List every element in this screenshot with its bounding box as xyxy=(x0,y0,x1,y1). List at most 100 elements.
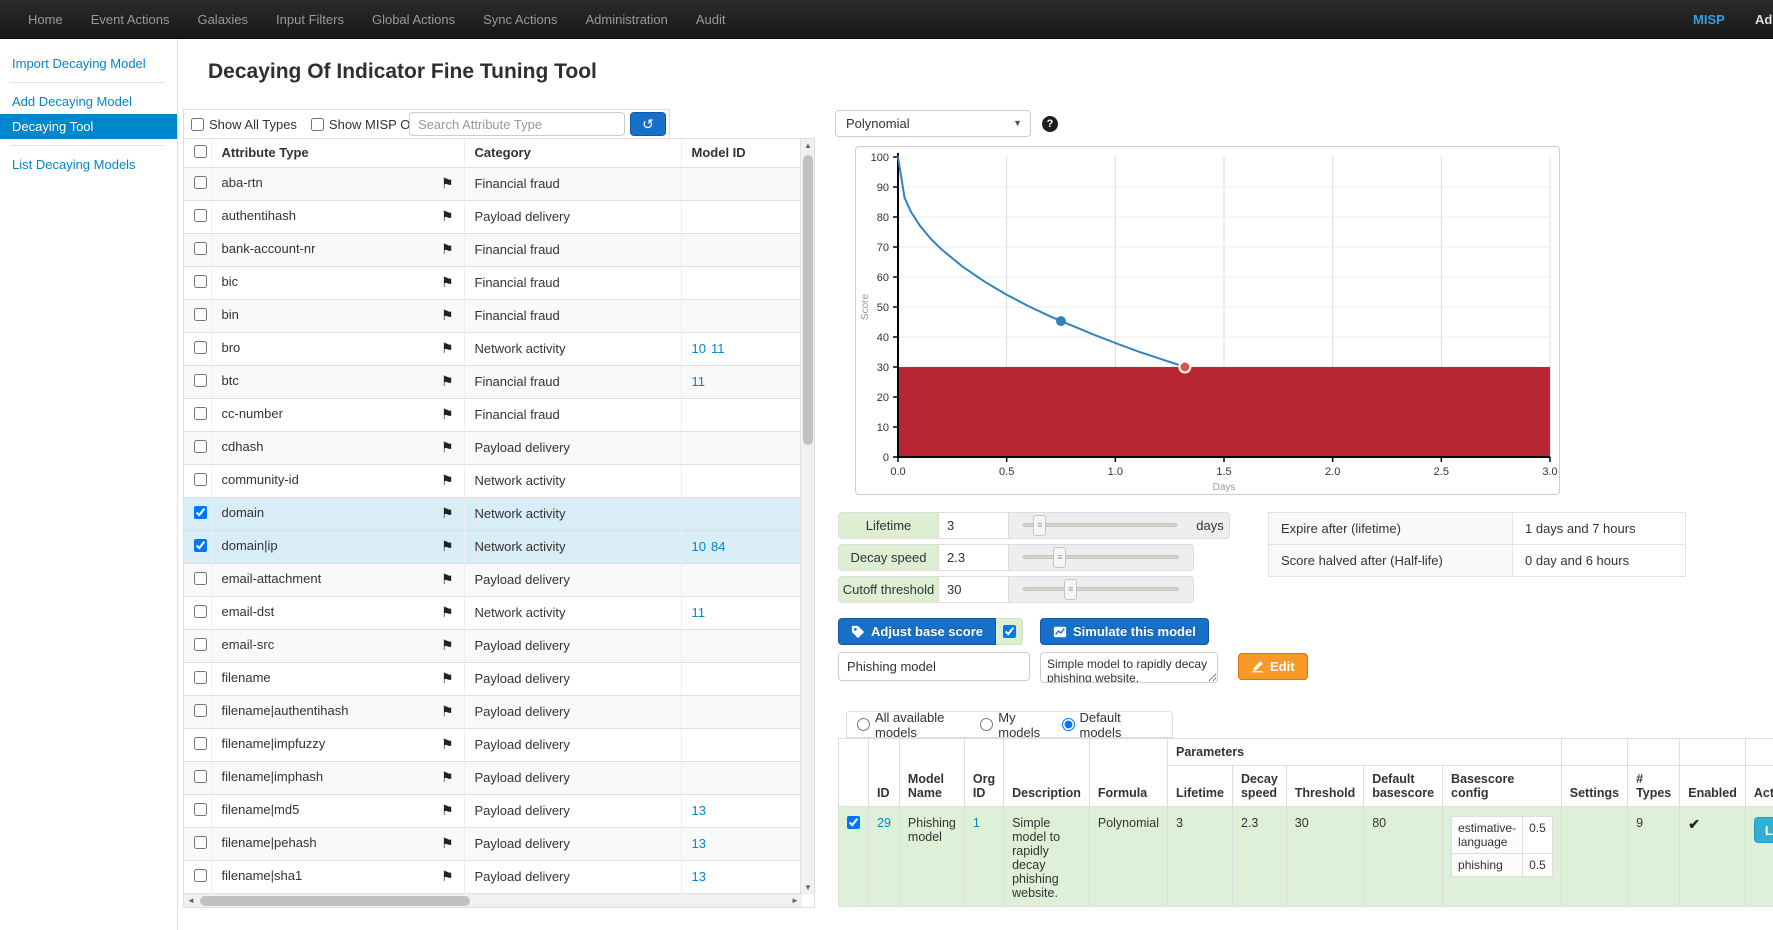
attr-checkbox-email-attachment[interactable] xyxy=(194,572,207,585)
model-id-link-11[interactable]: 11 xyxy=(692,605,706,620)
attr-checkbox-cc-number[interactable] xyxy=(194,407,207,420)
cutoff-intersection-dot[interactable] xyxy=(1179,362,1190,373)
cutoff-threshold-slider-track[interactable]: ≡ xyxy=(1023,587,1179,591)
adjust-base-score-button[interactable]: Adjust base score xyxy=(838,618,996,645)
attr-checkbox-filename|imphash[interactable] xyxy=(194,770,207,783)
attr-row-bro[interactable]: ⚑broNetwork activity1011 xyxy=(184,332,802,365)
adjust-base-score-checkbox[interactable] xyxy=(1003,625,1016,638)
attr-checkbox-bic[interactable] xyxy=(194,275,207,288)
attr-row-email-attachment[interactable]: ⚑email-attachmentPayload delivery xyxy=(184,563,802,596)
nav-item-audit[interactable]: Audit xyxy=(682,0,740,39)
attr-row-filename|imphash[interactable]: ⚑filename|imphashPayload delivery xyxy=(184,761,802,794)
attr-checkbox-filename[interactable] xyxy=(194,671,207,684)
nav-item-administration[interactable]: Administration xyxy=(572,0,682,39)
sidebar-item-list-decaying-models[interactable]: List Decaying Models xyxy=(0,152,177,177)
attr-checkbox-btc[interactable] xyxy=(194,374,207,387)
model-id-link-10[interactable]: 10 xyxy=(692,341,706,356)
nav-item-event-actions[interactable]: Event Actions xyxy=(77,0,184,39)
decay-speed-slider-handle[interactable]: ≡ xyxy=(1053,547,1066,568)
attr-checkbox-bank-account-nr[interactable] xyxy=(194,242,207,255)
model-description-textarea[interactable]: Simple model to rapidly decay phishing w… xyxy=(1040,652,1218,683)
lifetime-slider-handle[interactable]: ≡ xyxy=(1033,515,1046,536)
attr-checkbox-bin[interactable] xyxy=(194,308,207,321)
radio-default-models[interactable] xyxy=(1062,718,1075,731)
lifetime-value-input[interactable] xyxy=(939,513,1009,538)
model-id-link-11[interactable]: 11 xyxy=(692,374,706,389)
model-id-link[interactable]: 29 xyxy=(877,816,891,830)
decay-speed-value-input[interactable] xyxy=(939,545,1009,570)
sidebar-item-import-decaying-model[interactable]: Import Decaying Model xyxy=(0,51,177,76)
scroll-right-arrow-icon[interactable]: ► xyxy=(788,894,802,908)
refresh-button[interactable]: ↺ xyxy=(630,112,666,136)
select-all-checkbox[interactable] xyxy=(194,145,207,158)
attr-checkbox-filename|md5[interactable] xyxy=(194,803,207,816)
attr-checkbox-domain|ip[interactable] xyxy=(194,539,207,552)
show-all-types-checkbox[interactable] xyxy=(191,118,204,131)
attr-row-filename|md5[interactable]: ⚑filename|md5Payload delivery13 xyxy=(184,794,802,827)
attr-row-filename[interactable]: ⚑filenamePayload delivery xyxy=(184,662,802,695)
model-id-link-11[interactable]: 11 xyxy=(711,341,725,356)
attr-row-cdhash[interactable]: ⚑cdhashPayload delivery xyxy=(184,431,802,464)
attr-checkbox-cdhash[interactable] xyxy=(194,440,207,453)
model-id-link-84[interactable]: 84 xyxy=(711,539,725,554)
radio-all-available-models[interactable] xyxy=(857,718,870,731)
attr-checkbox-community-id[interactable] xyxy=(194,473,207,486)
load-model-button[interactable]: Load model xyxy=(1754,817,1773,843)
model-id-link-10[interactable]: 10 xyxy=(692,539,706,554)
formula-select[interactable]: Polynomial ▼ xyxy=(835,110,1031,137)
attr-checkbox-email-src[interactable] xyxy=(194,638,207,651)
cutoff-threshold-slider-handle[interactable]: ≡ xyxy=(1064,579,1077,600)
nav-item-sync-actions[interactable]: Sync Actions xyxy=(469,0,571,39)
attr-row-filename|sha1[interactable]: ⚑filename|sha1Payload delivery13 xyxy=(184,860,802,893)
search-attribute-type-input[interactable] xyxy=(409,112,625,136)
attr-row-filename|impfuzzy[interactable]: ⚑filename|impfuzzyPayload delivery xyxy=(184,728,802,761)
nav-item-galaxies[interactable]: Galaxies xyxy=(183,0,262,39)
sidebar-item-add-decaying-model[interactable]: Add Decaying Model xyxy=(0,89,177,114)
model-row-checkbox[interactable] xyxy=(847,816,860,829)
nav-item-home[interactable]: Home xyxy=(14,0,77,39)
current-score-dot[interactable] xyxy=(1057,317,1066,326)
model-id-link-13[interactable]: 13 xyxy=(692,836,706,851)
attr-checkbox-aba-rtn[interactable] xyxy=(194,176,207,189)
scroll-up-arrow-icon[interactable]: ▲ xyxy=(801,139,815,153)
cutoff-threshold-value-input[interactable] xyxy=(939,577,1009,602)
nav-item-global-actions[interactable]: Global Actions xyxy=(358,0,469,39)
attr-checkbox-domain[interactable] xyxy=(194,506,207,519)
help-icon[interactable]: ? xyxy=(1042,116,1058,132)
attr-row-domain|ip[interactable]: ⚑domain|ipNetwork activity1084 xyxy=(184,530,802,563)
model-name-input[interactable] xyxy=(838,652,1030,681)
lifetime-slider-track[interactable]: ≡ xyxy=(1023,523,1177,527)
attr-row-bic[interactable]: ⚑bicFinancial fraud xyxy=(184,266,802,299)
vertical-scroll-thumb[interactable] xyxy=(803,155,813,445)
attr-row-authentihash[interactable]: ⚑authentihashPayload delivery xyxy=(184,200,802,233)
attr-row-filename|authentihash[interactable]: ⚑filename|authentihashPayload delivery xyxy=(184,695,802,728)
attr-row-email-src[interactable]: ⚑email-srcPayload delivery xyxy=(184,629,802,662)
sidebar-item-decaying-tool[interactable]: Decaying Tool xyxy=(0,114,177,139)
show-misp-objects-checkbox[interactable] xyxy=(311,118,324,131)
attr-row-bin[interactable]: ⚑binFinancial fraud xyxy=(184,299,802,332)
scroll-left-arrow-icon[interactable]: ◄ xyxy=(184,894,198,908)
decay-speed-slider-track[interactable]: ≡ xyxy=(1023,555,1179,559)
attr-row-cc-number[interactable]: ⚑cc-numberFinancial fraud xyxy=(184,398,802,431)
attr-row-bank-account-nr[interactable]: ⚑bank-account-nrFinancial fraud xyxy=(184,233,802,266)
attr-checkbox-filename|impfuzzy[interactable] xyxy=(194,737,207,750)
model-org-link[interactable]: 1 xyxy=(973,816,980,830)
model-id-link-13[interactable]: 13 xyxy=(692,803,706,818)
attr-checkbox-bro[interactable] xyxy=(194,341,207,354)
horizontal-scroll-thumb[interactable] xyxy=(200,896,470,906)
attr-checkbox-filename|pehash[interactable] xyxy=(194,836,207,849)
attr-checkbox-filename|sha1[interactable] xyxy=(194,869,207,882)
attr-checkbox-email-dst[interactable] xyxy=(194,605,207,618)
model-id-link-13[interactable]: 13 xyxy=(692,869,706,884)
simulate-model-button[interactable]: Simulate this model xyxy=(1040,618,1209,645)
attribute-table-vertical-scrollbar[interactable]: ▲ ▼ xyxy=(800,139,814,895)
attr-row-email-dst[interactable]: ⚑email-dstNetwork activity11 xyxy=(184,596,802,629)
nav-item-input-filters[interactable]: Input Filters xyxy=(262,0,358,39)
scroll-down-arrow-icon[interactable]: ▼ xyxy=(801,881,815,895)
model-row[interactable]: 29 Phishing model 1 Simple model to rapi… xyxy=(839,807,1773,907)
attr-checkbox-filename|authentihash[interactable] xyxy=(194,704,207,717)
attr-row-btc[interactable]: ⚑btcFinancial fraud11 xyxy=(184,365,802,398)
edit-model-button[interactable]: Edit xyxy=(1238,653,1308,680)
attr-checkbox-authentihash[interactable] xyxy=(194,209,207,222)
attribute-table-horizontal-scrollbar[interactable]: ◄ ► xyxy=(184,893,802,907)
